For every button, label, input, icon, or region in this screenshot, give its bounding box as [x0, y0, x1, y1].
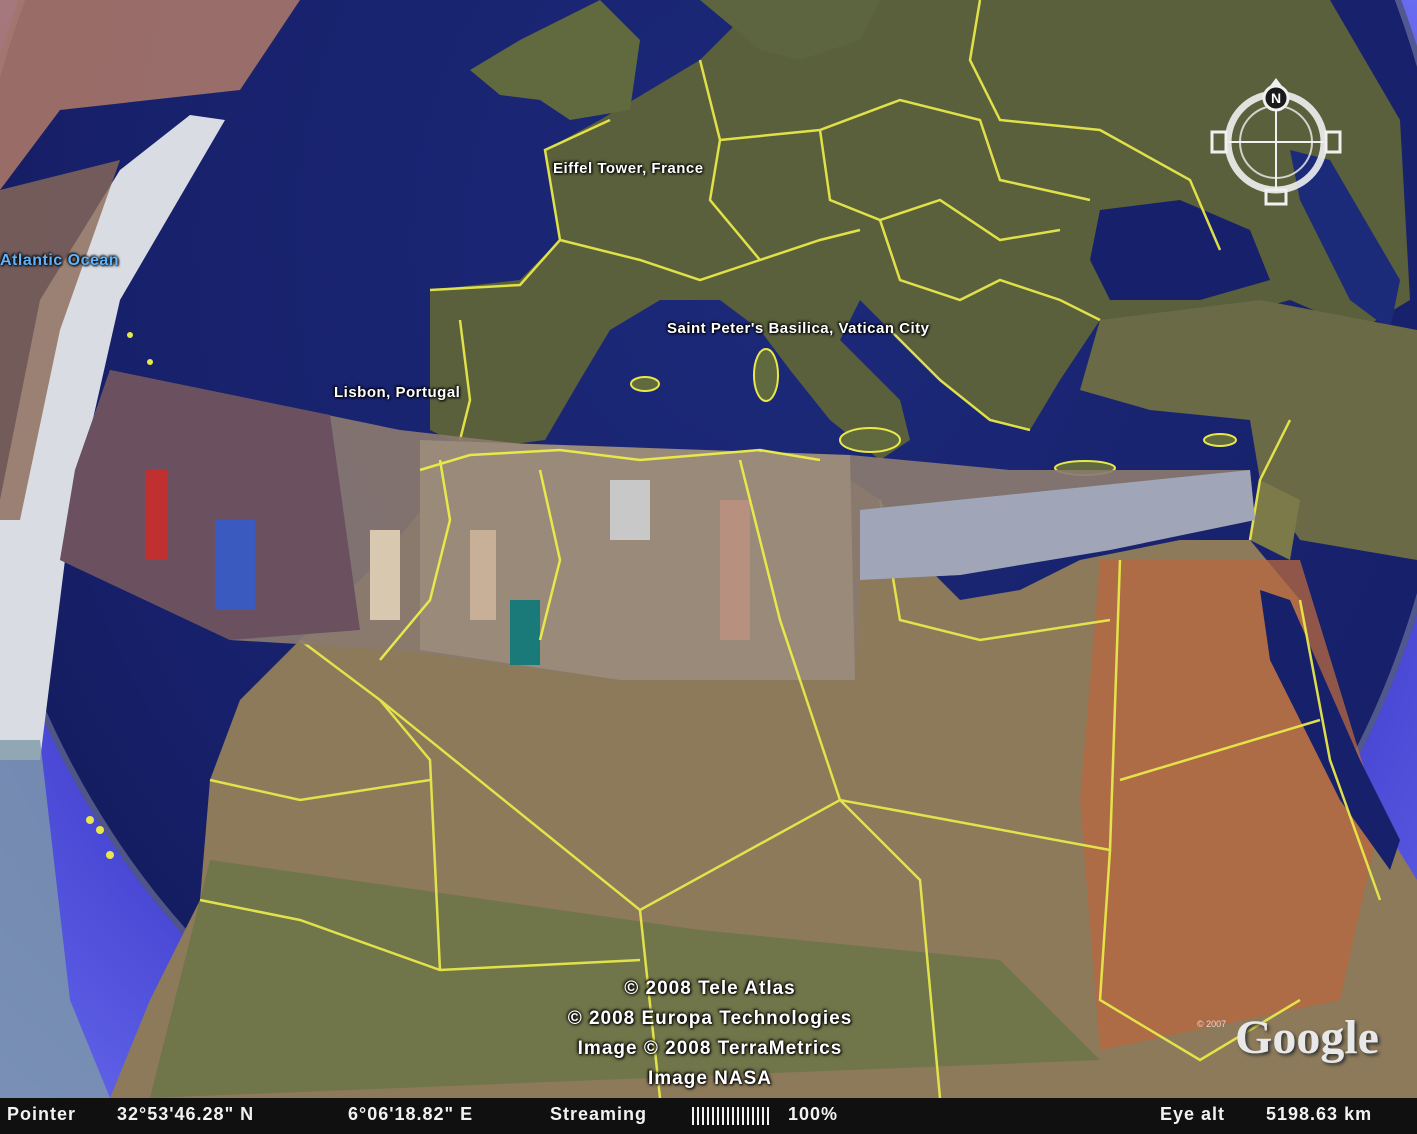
- navigation-compass[interactable]: N: [1208, 78, 1348, 210]
- status-bar: Pointer 32°53'46.28" N 6°06'18.82" E Str…: [0, 1098, 1417, 1134]
- placemark-lisbon[interactable]: Lisbon, Portugal: [334, 384, 460, 401]
- google-logo: Google: [1235, 1011, 1379, 1064]
- photo-figure: [370, 530, 400, 620]
- eye-altitude-value: 5198.63 km: [1266, 1104, 1373, 1124]
- logo-copyright: © 2007: [1197, 1019, 1227, 1029]
- streaming-progress-bar: [692, 1107, 772, 1125]
- photo-figure: [215, 520, 255, 610]
- credit-line: Image NASA: [647, 1068, 773, 1089]
- uk-ireland: [470, 0, 640, 120]
- photo-figure: [470, 530, 496, 620]
- pointer-longitude: 6°06'18.82" E: [348, 1104, 474, 1124]
- credit-line: Image © 2008 TerraMetrics: [577, 1038, 843, 1059]
- photo-figure: [720, 500, 750, 640]
- streaming-label: Streaming: [550, 1104, 648, 1124]
- placemark-saint-peters-basilica[interactable]: Saint Peter's Basilica, Vatican City: [667, 320, 930, 337]
- map-viewport[interactable]: Atlantic Ocean Eiffel Tower, France Sain…: [0, 0, 1417, 1134]
- photo-figure: [145, 470, 167, 560]
- streaming-percent: 100%: [788, 1104, 839, 1124]
- lower-left-terrain: [0, 740, 110, 1098]
- photo-strip-left: [60, 370, 360, 640]
- pointer-label: Pointer: [7, 1104, 77, 1124]
- photo-figure: [610, 480, 650, 540]
- compass-north-label: N: [1271, 90, 1281, 106]
- label-atlantic-ocean[interactable]: Atlantic Ocean: [0, 252, 119, 270]
- compass-icon[interactable]: N: [1208, 78, 1348, 210]
- credit-line: © 2008 Europa Technologies: [567, 1008, 853, 1029]
- credit-line: © 2008 Tele Atlas: [624, 978, 796, 999]
- sahara-orange: [1080, 560, 1380, 1050]
- imagery-credits: © 2008 Tele Atlas © 2008 Europa Technolo…: [480, 974, 940, 1094]
- map-layer[interactable]: [0, 0, 1417, 1134]
- eye-altitude-label: Eye alt: [1160, 1104, 1226, 1124]
- photo-figure: [510, 600, 540, 665]
- pointer-latitude: 32°53'46.28" N: [117, 1104, 255, 1124]
- placemark-eiffel-tower[interactable]: Eiffel Tower, France: [553, 160, 704, 177]
